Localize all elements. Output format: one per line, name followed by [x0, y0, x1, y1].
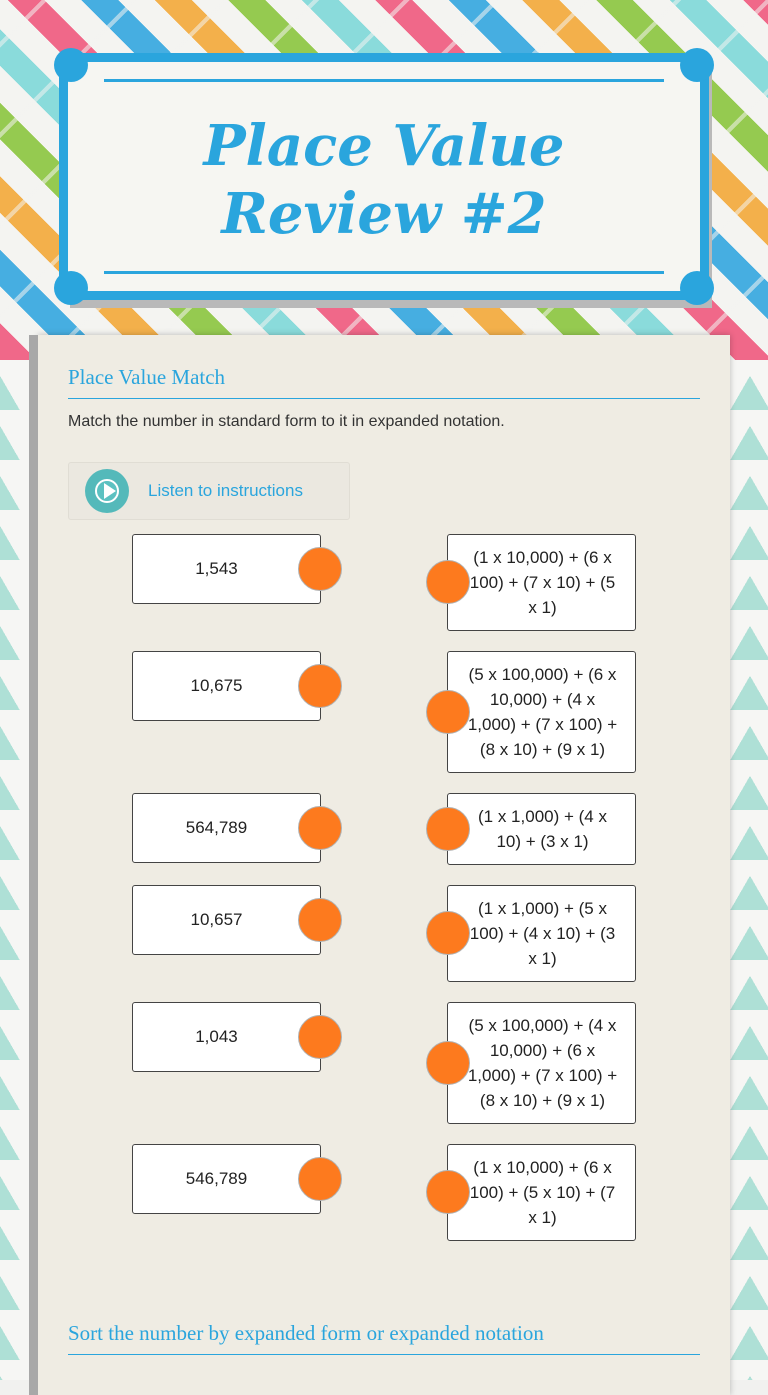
match-connector-dot[interactable] — [298, 1015, 342, 1059]
match-connector-dot[interactable] — [298, 664, 342, 708]
match-right-item[interactable]: (5 x 100,000) + (6 x 10,000) + (4 x 1,00… — [447, 651, 636, 773]
match-right-label: (1 x 10,000) + (6 x 100) + (7 x 10) + (5… — [469, 548, 616, 617]
header-divider-top — [104, 79, 664, 82]
match-connector-dot[interactable] — [426, 1170, 470, 1214]
match-left-label: 10,657 — [190, 910, 243, 929]
match-connector-dot[interactable] — [426, 807, 470, 851]
match-right-item[interactable]: (1 x 10,000) + (6 x 100) + (7 x 10) + (5… — [447, 534, 636, 631]
match-right-item[interactable]: (1 x 1,000) + (4 x 10) + (3 x 1) — [447, 793, 636, 865]
match-right-label: (5 x 100,000) + (4 x 10,000) + (6 x 1,00… — [467, 1016, 618, 1110]
section-heading-sort: Sort the number by expanded form or expa… — [68, 1321, 700, 1355]
match-right-label: (1 x 1,000) + (5 x 100) + (4 x 10) + (3 … — [469, 899, 616, 968]
match-connector-dot[interactable] — [426, 560, 470, 604]
play-icon[interactable] — [85, 469, 129, 513]
header-card: Place Value Review #2 — [54, 48, 714, 305]
match-left-item[interactable]: 564,789 — [132, 793, 321, 863]
instructions-text: Match the number in standard form to it … — [68, 413, 505, 430]
match-connector-dot[interactable] — [298, 1157, 342, 1201]
match-left-label: 10,675 — [190, 676, 243, 695]
header-divider-bottom — [104, 271, 664, 274]
match-right-item[interactable]: (1 x 1,000) + (5 x 100) + (4 x 10) + (3 … — [447, 885, 636, 982]
match-right-label: (5 x 100,000) + (6 x 10,000) + (4 x 1,00… — [467, 665, 618, 759]
match-connector-dot[interactable] — [426, 690, 470, 734]
match-left-item[interactable]: 1,043 — [132, 1002, 321, 1072]
corner-ornament — [680, 48, 714, 82]
corner-ornament — [680, 271, 714, 305]
match-left-item[interactable]: 546,789 — [132, 1144, 321, 1214]
match-right-item[interactable]: (1 x 10,000) + (6 x 100) + (5 x 10) + (7… — [447, 1144, 636, 1241]
match-left-item[interactable]: 1,543 — [132, 534, 321, 604]
match-connector-dot[interactable] — [426, 911, 470, 955]
match-connector-dot[interactable] — [426, 1041, 470, 1085]
match-left-item[interactable]: 10,675 — [132, 651, 321, 721]
match-connector-dot[interactable] — [298, 898, 342, 942]
match-left-label: 564,789 — [185, 818, 248, 837]
match-right-label: (1 x 1,000) + (4 x 10) + (3 x 1) — [478, 807, 607, 851]
corner-ornament — [54, 271, 88, 305]
match-right-item[interactable]: (5 x 100,000) + (4 x 10,000) + (6 x 1,00… — [447, 1002, 636, 1124]
match-connector-dot[interactable] — [298, 806, 342, 850]
match-right-label: (1 x 10,000) + (6 x 100) + (5 x 10) + (7… — [469, 1158, 616, 1227]
listen-label: Listen to instructions — [148, 481, 303, 500]
corner-ornament — [54, 48, 88, 82]
page-title: Place Value Review #2 — [203, 113, 565, 247]
match-left-label: 1,043 — [195, 1027, 238, 1046]
match-left-item[interactable]: 10,657 — [132, 885, 321, 955]
listen-instructions-button[interactable]: Listen to instructions — [68, 462, 350, 520]
match-left-label: 546,789 — [185, 1169, 248, 1188]
section-heading-match: Place Value Match — [68, 365, 700, 399]
match-left-label: 1,543 — [195, 559, 238, 578]
match-connector-dot[interactable] — [298, 547, 342, 591]
